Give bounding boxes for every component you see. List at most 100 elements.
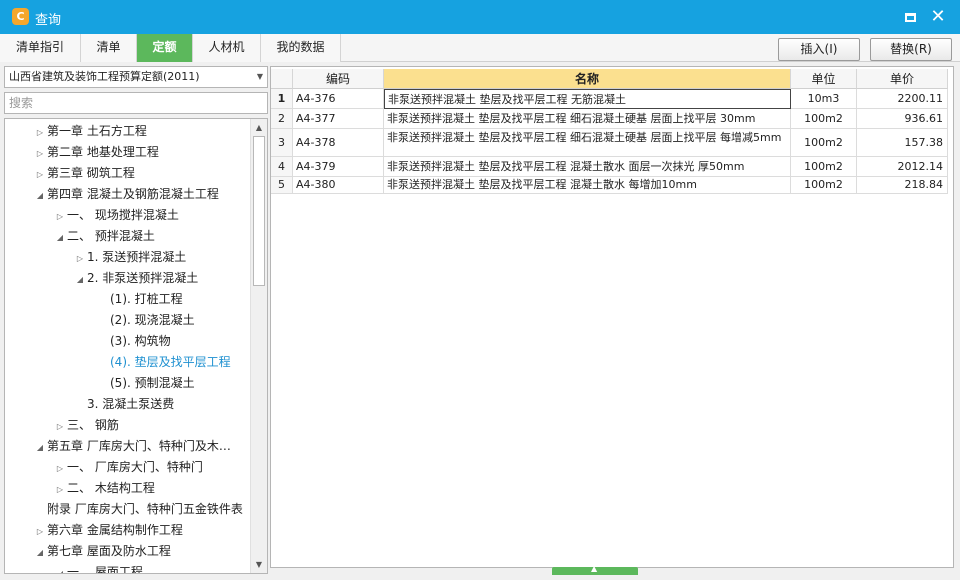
unit-cell[interactable]: 100m2 bbox=[791, 109, 857, 129]
tab-labor-material-machine[interactable]: 人材机 bbox=[193, 34, 261, 62]
quota-library-value: 山西省建筑及装饰工程预算定额(2011) bbox=[9, 70, 200, 83]
tree-item-label: 2. 非泵送预拌混凝土 bbox=[87, 271, 199, 285]
collapsed-arrow-icon[interactable]: ▷ bbox=[73, 248, 87, 269]
code-cell[interactable]: A4-379 bbox=[293, 157, 384, 177]
tree-item[interactable]: 附录 厂库房大门、特种门五金铁件表 bbox=[33, 499, 243, 520]
unit-cell[interactable]: 100m2 bbox=[791, 177, 857, 194]
tab-list-guide[interactable]: 清单指引 bbox=[0, 34, 81, 62]
tree-item[interactable]: ◢ 第四章 混凝土及钢筋混凝土工程 bbox=[33, 184, 219, 205]
name-cell[interactable]: 非泵送预拌混凝土 垫层及找平层工程 混凝土散水 面层一次抹光 厚50mm bbox=[384, 157, 791, 177]
tree-item-label: (5). 预制混凝土 bbox=[110, 376, 195, 390]
collapsed-arrow-icon[interactable]: ▷ bbox=[53, 479, 67, 500]
tree-item[interactable]: ▷ 三、 钢筋 bbox=[53, 415, 119, 436]
expanded-arrow-icon[interactable]: ◢ bbox=[53, 227, 67, 248]
tree-item[interactable]: (2). 现浇混凝土 bbox=[96, 310, 195, 331]
tree-item-label: 三、 钢筋 bbox=[67, 418, 119, 432]
search-input[interactable] bbox=[4, 92, 268, 114]
panel-splitter-handle[interactable]: ▲ bbox=[552, 565, 638, 575]
tree-scrollbar[interactable]: ▲ ▼ bbox=[250, 119, 267, 573]
unit-column-header[interactable]: 单位 bbox=[791, 69, 857, 89]
code-cell[interactable]: A4-376 bbox=[293, 89, 384, 109]
unit-cell[interactable]: 100m2 bbox=[791, 157, 857, 177]
tree-item[interactable]: ◢ 一、 屋面工程 bbox=[53, 562, 143, 574]
expanded-arrow-icon[interactable]: ◢ bbox=[73, 269, 87, 290]
tree-item-label: 一、 屋面工程 bbox=[67, 565, 143, 574]
maximize-button[interactable] bbox=[900, 7, 920, 27]
scroll-up-icon[interactable]: ▲ bbox=[251, 119, 267, 136]
code-cell[interactable]: A4-377 bbox=[293, 109, 384, 129]
tree-item[interactable]: ▷ 一、 现场搅拌混凝土 bbox=[53, 205, 179, 226]
tree-item-label: 第二章 地基处理工程 bbox=[47, 145, 159, 159]
tree-item-label: 第五章 厂库房大门、特种门及木… bbox=[47, 439, 231, 453]
collapsed-arrow-icon[interactable]: ▷ bbox=[53, 458, 67, 479]
price-cell[interactable]: 2200.11 bbox=[857, 89, 948, 109]
unit-cell[interactable]: 100m2 bbox=[791, 129, 857, 157]
name-column-header[interactable]: 名称 bbox=[384, 69, 791, 89]
collapsed-arrow-icon[interactable]: ▷ bbox=[33, 164, 47, 185]
expanded-arrow-icon[interactable]: ◢ bbox=[33, 437, 47, 458]
close-button[interactable]: ✕ bbox=[928, 7, 948, 27]
tree-item[interactable]: ◢ 第五章 厂库房大门、特种门及木… bbox=[33, 436, 231, 457]
tree-item-label: 附录 厂库房大门、特种门五金铁件表 bbox=[47, 502, 243, 516]
row-number-cell[interactable]: 1 bbox=[271, 89, 293, 109]
price-cell[interactable]: 936.61 bbox=[857, 109, 948, 129]
tab-my-data[interactable]: 我的数据 bbox=[261, 34, 341, 62]
collapsed-arrow-icon[interactable]: ▷ bbox=[33, 122, 47, 143]
tree-item-label: 第三章 砌筑工程 bbox=[47, 166, 135, 180]
tree-item[interactable]: ▷ 第三章 砌筑工程 bbox=[33, 163, 135, 184]
close-icon: ✕ bbox=[930, 6, 946, 27]
scroll-down-icon[interactable]: ▼ bbox=[251, 556, 267, 573]
code-cell[interactable]: A4-378 bbox=[293, 129, 384, 157]
tab-quota[interactable]: 定额 bbox=[137, 34, 193, 62]
expanded-arrow-icon[interactable]: ◢ bbox=[33, 185, 47, 206]
expanded-arrow-icon[interactable]: ◢ bbox=[33, 542, 47, 563]
name-cell[interactable]: 非泵送预拌混凝土 垫层及找平层工程 无筋混凝土 bbox=[384, 89, 791, 109]
tree-item[interactable]: (3). 构筑物 bbox=[96, 331, 171, 352]
price-cell[interactable]: 157.38 bbox=[857, 129, 948, 157]
code-column-header[interactable]: 编码 bbox=[293, 69, 384, 89]
collapsed-arrow-icon[interactable]: ▷ bbox=[33, 521, 47, 542]
tree-item[interactable]: (1). 打桩工程 bbox=[96, 289, 183, 310]
tree-item-label: 二、 木结构工程 bbox=[67, 481, 155, 495]
tree-item[interactable]: ▷ 二、 木结构工程 bbox=[53, 478, 155, 499]
name-cell[interactable]: 非泵送预拌混凝土 垫层及找平层工程 细石混凝土硬基 层面上找平层 每增减5mm bbox=[384, 129, 791, 157]
tree-item[interactable]: ▷ 一、 厂库房大门、特种门 bbox=[53, 457, 203, 478]
tab-list[interactable]: 清单 bbox=[81, 34, 137, 62]
replace-button[interactable]: 替换(R) bbox=[870, 38, 952, 61]
collapsed-arrow-icon[interactable]: ▷ bbox=[33, 143, 47, 164]
price-column-header[interactable]: 单价 bbox=[857, 69, 948, 89]
tree-item[interactable]: ◢ 第七章 屋面及防水工程 bbox=[33, 541, 171, 562]
unit-cell[interactable]: 10m3 bbox=[791, 89, 857, 109]
row-number-cell[interactable]: 3 bbox=[271, 129, 293, 157]
tree-item[interactable]: ◢ 2. 非泵送预拌混凝土 bbox=[73, 268, 198, 289]
tree-item-label: 1. 泵送预拌混凝土 bbox=[87, 250, 187, 264]
tree-item-label: 第一章 土石方工程 bbox=[47, 124, 147, 138]
price-cell[interactable]: 218.84 bbox=[857, 177, 948, 194]
insert-button[interactable]: 插入(I) bbox=[778, 38, 860, 61]
quota-library-select[interactable]: 山西省建筑及装饰工程预算定额(2011) ▼ bbox=[4, 66, 268, 88]
tree-item[interactable]: (5). 预制混凝土 bbox=[96, 373, 195, 394]
tree-item[interactable]: ▷ 1. 泵送预拌混凝土 bbox=[73, 247, 186, 268]
chevron-down-icon: ▼ bbox=[256, 72, 263, 81]
left-panel: 山西省建筑及装饰工程预算定额(2011) ▼ ◢一、 屋面工程◢第七章 屋面及防… bbox=[4, 66, 268, 574]
expanded-arrow-icon[interactable]: ◢ bbox=[53, 563, 67, 573]
tree-item[interactable]: 3. 混凝土泵送费 bbox=[73, 394, 174, 415]
price-cell[interactable]: 2012.14 bbox=[857, 157, 948, 177]
tree-item[interactable]: (4). 垫层及找平层工程 bbox=[96, 352, 231, 373]
tree-item-label: (2). 现浇混凝土 bbox=[110, 313, 195, 327]
row-number-cell[interactable]: 4 bbox=[271, 157, 293, 177]
collapsed-arrow-icon[interactable]: ▷ bbox=[53, 206, 67, 227]
tree-item[interactable]: ▷ 第一章 土石方工程 bbox=[33, 121, 147, 142]
scrollbar-thumb[interactable] bbox=[253, 136, 265, 286]
row-number-cell[interactable]: 2 bbox=[271, 109, 293, 129]
row-number-header bbox=[271, 69, 293, 89]
code-cell[interactable]: A4-380 bbox=[293, 177, 384, 194]
row-number-cell[interactable]: 5 bbox=[271, 177, 293, 194]
tree-item[interactable]: ◢ 二、 预拌混凝土 bbox=[53, 226, 155, 247]
tree-item-label: (1). 打桩工程 bbox=[110, 292, 183, 306]
collapsed-arrow-icon[interactable]: ▷ bbox=[53, 416, 67, 437]
tree-item[interactable]: ▷ 第六章 金属结构制作工程 bbox=[33, 520, 183, 541]
name-cell[interactable]: 非泵送预拌混凝土 垫层及找平层工程 细石混凝土硬基 层面上找平层 30mm bbox=[384, 109, 791, 129]
tree-item[interactable]: ▷ 第二章 地基处理工程 bbox=[33, 142, 159, 163]
name-cell[interactable]: 非泵送预拌混凝土 垫层及找平层工程 混凝土散水 每增加10mm bbox=[384, 177, 791, 194]
